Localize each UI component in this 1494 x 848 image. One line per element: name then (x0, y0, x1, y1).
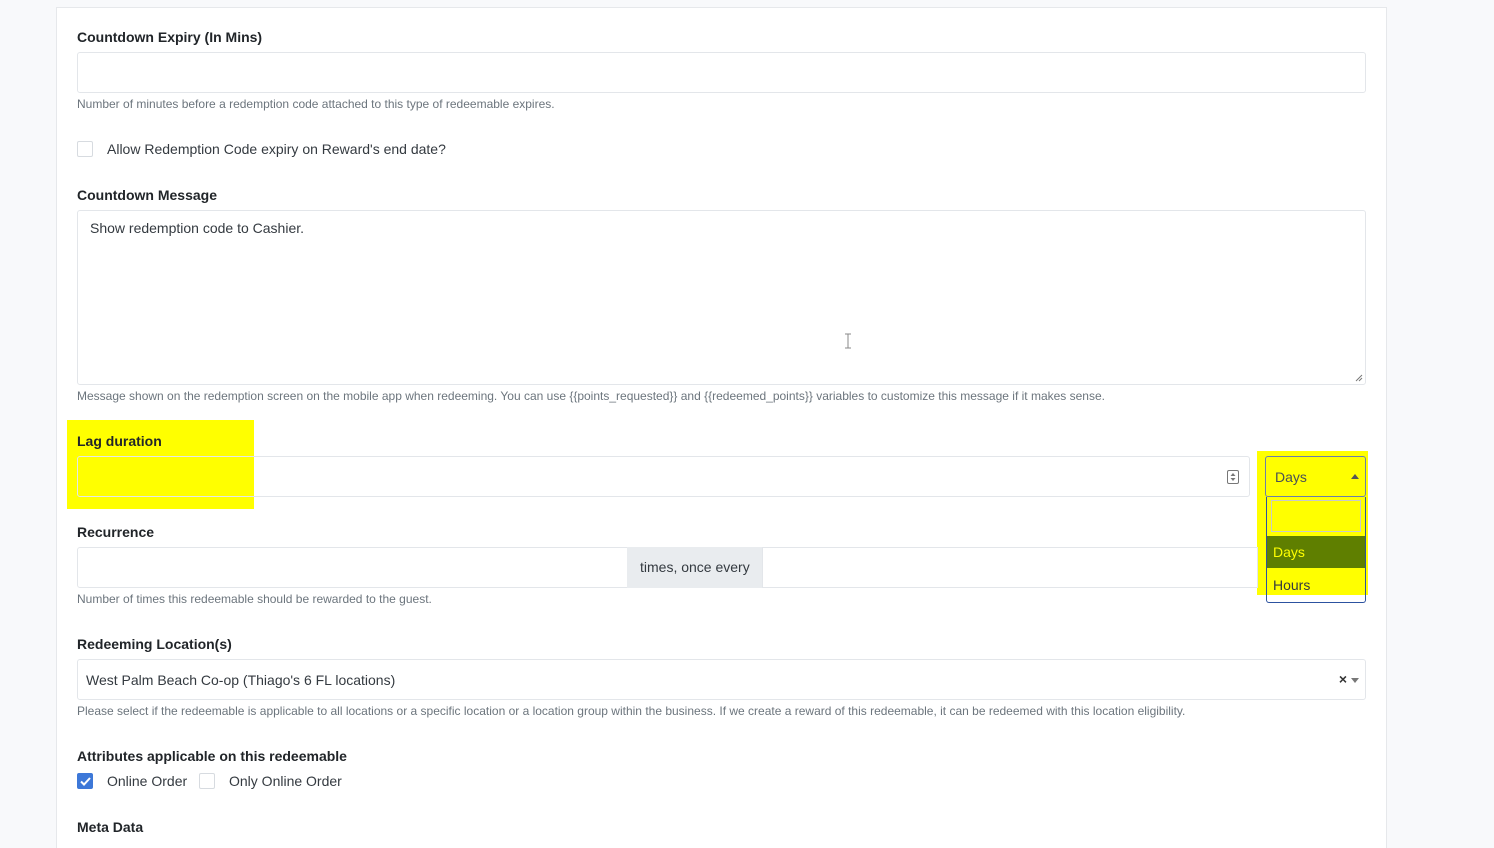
countdown-expiry-help: Number of minutes before a redemption co… (77, 97, 555, 111)
checkmark-icon (80, 777, 91, 786)
dropdown-option-hours-label: Hours (1273, 577, 1311, 593)
recurrence-times-input[interactable] (77, 547, 628, 588)
number-stepper-icon[interactable] (1227, 470, 1239, 484)
allow-expiry-checkbox[interactable] (77, 141, 93, 157)
recurrence-period-input[interactable] (762, 547, 1258, 588)
caret-up-icon (1351, 474, 1359, 479)
redeeming-locations-label: Redeeming Location(s) (77, 636, 232, 652)
countdown-expiry-label: Countdown Expiry (In Mins) (77, 29, 263, 45)
only-online-order-checkbox[interactable] (199, 773, 215, 789)
resize-handle-icon[interactable] (1355, 374, 1363, 382)
recurrence-help: Number of times this redeemable should b… (77, 592, 432, 606)
redeeming-locations-select[interactable]: West Palm Beach Co-op (Thiago's 6 FL loc… (77, 659, 1366, 700)
recurrence-addon-text: times, once every (640, 559, 750, 575)
attributes-label: Attributes applicable on this redeemable (77, 748, 347, 764)
online-order-label[interactable]: Online Order (107, 773, 187, 789)
lag-unit-selected-value: Days (1275, 469, 1307, 485)
online-order-checkbox[interactable] (77, 773, 93, 789)
lag-unit-select[interactable]: Days (1265, 456, 1366, 497)
countdown-expiry-input[interactable] (77, 52, 1366, 93)
only-online-order-label[interactable]: Only Online Order (229, 773, 342, 789)
allow-expiry-checkbox-label[interactable]: Allow Redemption Code expiry on Reward's… (107, 141, 446, 157)
lag-duration-input[interactable] (77, 456, 1250, 497)
text-cursor-icon (845, 333, 851, 349)
dropdown-search-input[interactable] (1271, 500, 1361, 532)
redeeming-locations-selected: West Palm Beach Co-op (Thiago's 6 FL loc… (86, 672, 396, 688)
countdown-message-label: Countdown Message (77, 187, 218, 203)
countdown-message-help: Message shown on the redemption screen o… (77, 389, 1105, 403)
caret-down-icon[interactable] (1351, 678, 1359, 684)
countdown-message-value: Show redemption code to Cashier. (90, 220, 305, 236)
recurrence-addon: times, once every (627, 547, 762, 588)
meta-data-label: Meta Data (77, 819, 144, 835)
redeeming-locations-help: Please select if the redeemable is appli… (77, 704, 1186, 718)
dropdown-option-days-label: Days (1273, 544, 1305, 560)
clear-selection-icon[interactable]: × (1339, 671, 1347, 687)
lag-duration-label: Lag duration (77, 433, 162, 449)
lag-unit-dropdown: Days Hours (1266, 497, 1366, 603)
dropdown-option-hours[interactable]: Hours (1267, 569, 1365, 601)
countdown-message-textarea[interactable]: Show redemption code to Cashier. (77, 210, 1366, 385)
form-card (56, 7, 1387, 848)
dropdown-option-days[interactable]: Days (1267, 536, 1365, 568)
recurrence-label: Recurrence (77, 524, 155, 540)
